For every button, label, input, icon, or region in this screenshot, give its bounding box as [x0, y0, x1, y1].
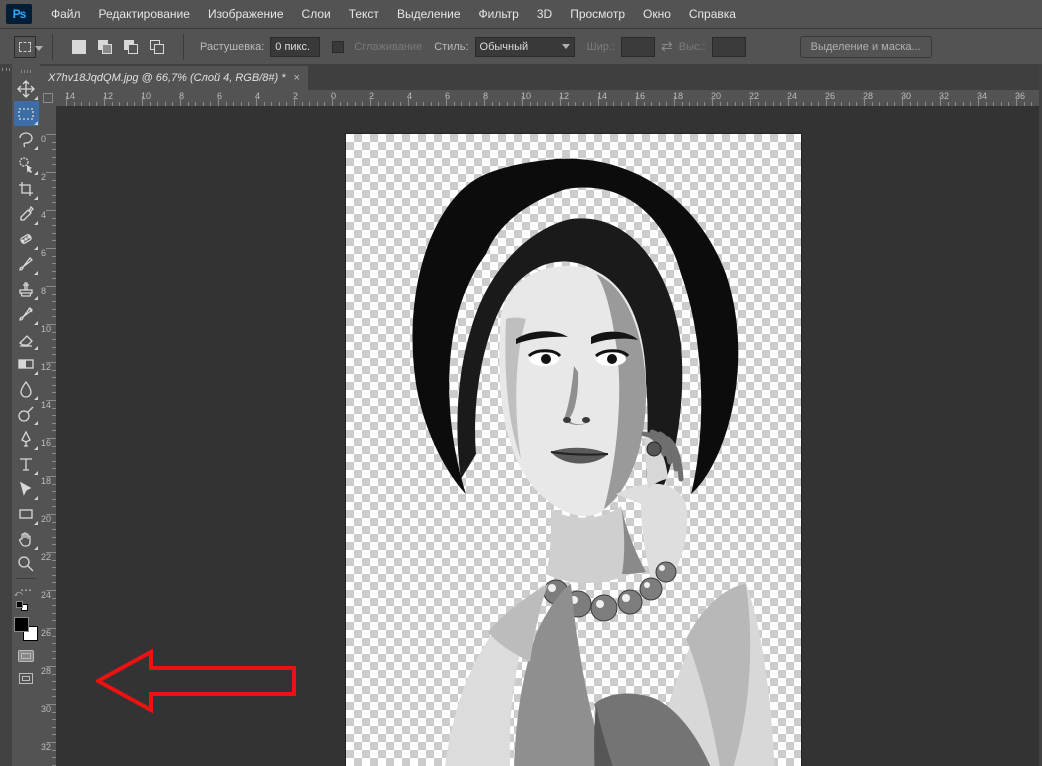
menu-view[interactable]: Просмотр: [561, 0, 634, 28]
ruler-v-label: 32: [41, 742, 51, 752]
menu-help[interactable]: Справка: [680, 0, 745, 28]
height-input: [712, 37, 746, 57]
intersect-selection-button[interactable]: [147, 37, 167, 57]
swap-colors-button[interactable]: ⤺: [14, 589, 36, 599]
antialias-label: Сглаживание: [354, 41, 422, 53]
canvas[interactable]: [346, 134, 801, 766]
width-label: Шир.:: [587, 41, 615, 53]
ruler-v-label: 10: [41, 324, 51, 334]
dodge-tool[interactable]: [14, 401, 39, 426]
crop-tool[interactable]: [14, 176, 39, 201]
style-select[interactable]: Обычный: [475, 37, 575, 57]
foreground-color-swatch[interactable]: [14, 617, 29, 632]
menu-type[interactable]: Текст: [340, 0, 388, 28]
horizontal-ruler[interactable]: 1412108642024681012141618202224262830323…: [56, 90, 1039, 106]
ruler-v-label: 6: [41, 248, 46, 258]
blur-tool[interactable]: [14, 376, 39, 401]
eraser-tool[interactable]: [14, 326, 39, 351]
menu-file[interactable]: Файл: [42, 0, 90, 28]
feather-label: Растушевка:: [200, 41, 264, 53]
path-select-tool[interactable]: [14, 476, 39, 501]
new-selection-button[interactable]: [69, 37, 89, 57]
clone-stamp-tool[interactable]: [14, 276, 39, 301]
swap-wh-icon: ⇄: [661, 38, 673, 55]
ruler-v-label: 16: [41, 438, 51, 448]
history-brush-tool[interactable]: [14, 301, 39, 326]
document-tab-title: X7hv18JqdQM.jpg @ 66,7% (Слой 4, RGB/8#)…: [48, 72, 285, 84]
select-and-mask-button[interactable]: Выделение и маска...: [800, 36, 932, 58]
canvas-image: [346, 134, 801, 766]
gradient-tool[interactable]: [14, 351, 39, 376]
vertical-ruler[interactable]: 02468101214161820222426283032: [40, 106, 56, 766]
ruler-origin[interactable]: [40, 90, 56, 106]
ruler-v-label: 2: [41, 172, 46, 182]
menu-edit[interactable]: Редактирование: [90, 0, 199, 28]
canvas-viewport[interactable]: 1412108642024681012141618202224262830323…: [40, 90, 1039, 766]
antialias-checkbox: [332, 41, 344, 53]
add-selection-button[interactable]: [95, 37, 115, 57]
workspace: ⋯ ⤺ X7hv18JqdQM.jpg @ 66,7% (Слой 4, RGB…: [0, 64, 1042, 766]
document-tab-bar: X7hv18JqdQM.jpg @ 66,7% (Слой 4, RGB/8#)…: [40, 64, 1039, 90]
lasso-tool[interactable]: [14, 126, 39, 151]
options-bar: Растушевка: 0 пикс. Сглаживание Стиль: О…: [0, 28, 1042, 64]
menu-layers[interactable]: Слои: [293, 0, 340, 28]
height-label: Выс.:: [679, 41, 706, 53]
marquee-tool[interactable]: [14, 101, 39, 126]
menu-filter[interactable]: Фильтр: [470, 0, 528, 28]
ruler-v-label: 0: [41, 134, 46, 144]
brush-tool[interactable]: [14, 251, 39, 276]
ruler-v-label: 4: [41, 210, 46, 220]
ruler-v-label: 20: [41, 514, 51, 524]
screen-mode-button[interactable]: [15, 669, 37, 687]
color-swatch[interactable]: [14, 617, 38, 641]
document-area: X7hv18JqdQM.jpg @ 66,7% (Слой 4, RGB/8#)…: [40, 64, 1039, 766]
eyedropper-tool[interactable]: [14, 201, 39, 226]
move-tool[interactable]: [14, 76, 39, 101]
ruler-v-label: 26: [41, 628, 51, 638]
ruler-v-label: 30: [41, 704, 51, 714]
feather-input[interactable]: 0 пикс.: [270, 37, 320, 57]
pen-tool[interactable]: [14, 426, 39, 451]
subtract-selection-button[interactable]: [121, 37, 141, 57]
ruler-v-label: 18: [41, 476, 51, 486]
ruler-v-label: 12: [41, 362, 51, 372]
ruler-v-label: 28: [41, 666, 51, 676]
type-tool[interactable]: [14, 451, 39, 476]
menu-3d[interactable]: 3D: [528, 0, 561, 28]
app-logo: Ps: [6, 4, 32, 24]
ruler-v-label: 24: [41, 590, 51, 600]
menu-bar: Ps Файл Редактирование Изображение Слои …: [0, 0, 1042, 28]
ruler-v-label: 22: [41, 552, 51, 562]
rectangle-tool[interactable]: [14, 501, 39, 526]
default-colors-button[interactable]: [16, 601, 28, 611]
selection-mode-group: [69, 37, 167, 57]
zoom-tool[interactable]: [14, 551, 39, 576]
ruler-v-label: 14: [41, 400, 51, 410]
tool-preset-picker[interactable]: [14, 36, 36, 58]
tools-panel: ⋯ ⤺: [12, 64, 40, 766]
menu-window[interactable]: Окно: [634, 0, 680, 28]
quick-select-tool[interactable]: [14, 151, 39, 176]
spot-heal-tool[interactable]: [14, 226, 39, 251]
close-tab-button[interactable]: ×: [293, 72, 299, 84]
hand-tool[interactable]: [14, 526, 39, 551]
style-label: Стиль:: [434, 41, 468, 53]
quick-mask-button[interactable]: [15, 647, 37, 665]
menu-image[interactable]: Изображение: [199, 0, 293, 28]
ruler-v-label: 8: [41, 286, 46, 296]
width-input: [621, 37, 655, 57]
annotation-arrow: [96, 646, 296, 716]
menu-select[interactable]: Выделение: [388, 0, 470, 28]
tools-panel-grip[interactable]: [12, 66, 40, 76]
panel-dock-left[interactable]: [0, 64, 12, 766]
document-tab[interactable]: X7hv18JqdQM.jpg @ 66,7% (Слой 4, RGB/8#)…: [40, 66, 308, 90]
